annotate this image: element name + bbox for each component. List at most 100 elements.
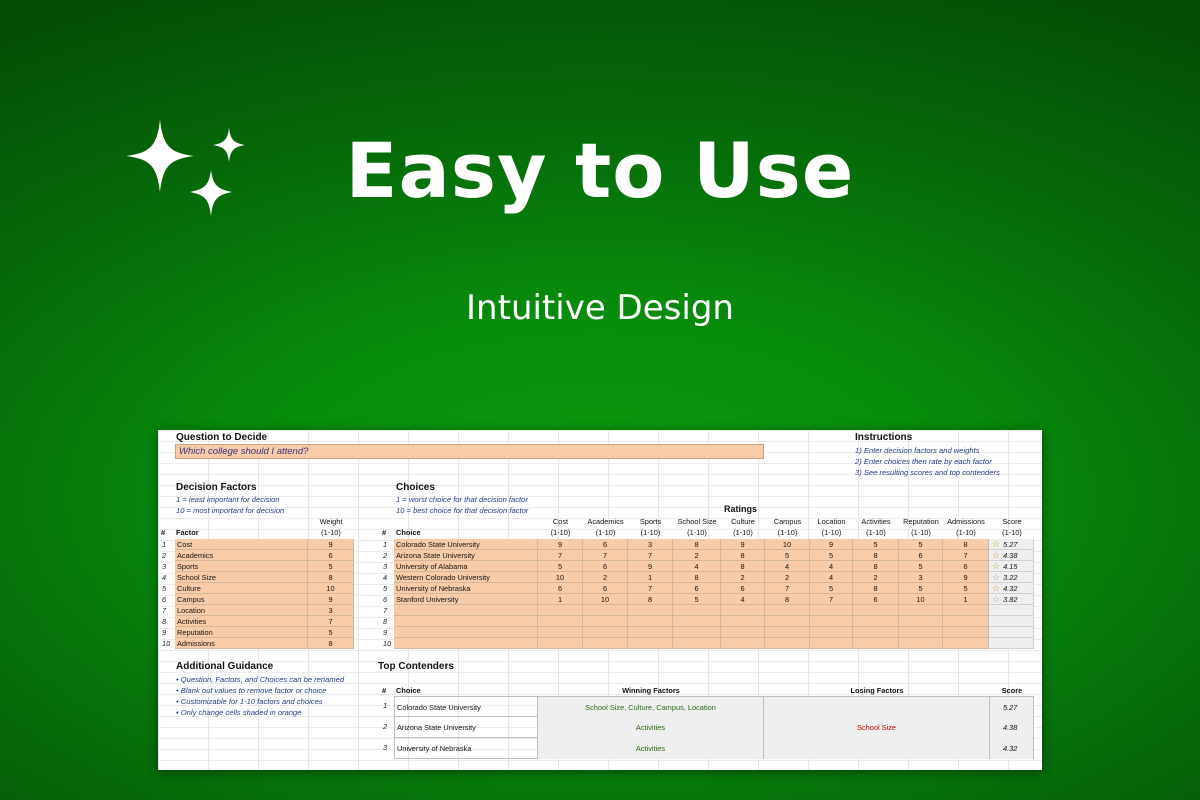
rating-cell[interactable]: 6 xyxy=(583,583,628,594)
rating-cell[interactable]: 6 xyxy=(538,583,583,594)
rating-cell[interactable]: 5 xyxy=(899,583,943,594)
rating-cell[interactable]: 8 xyxy=(943,539,989,550)
rating-cell[interactable] xyxy=(673,616,721,627)
rating-cell[interactable]: 10 xyxy=(583,594,628,605)
rating-cell[interactable] xyxy=(765,627,810,638)
rating-cell[interactable]: 9 xyxy=(721,539,765,550)
rating-cell[interactable] xyxy=(899,638,943,649)
rating-cell[interactable]: 5 xyxy=(899,561,943,572)
rating-cell[interactable]: 6 xyxy=(943,561,989,572)
choice-name-cell[interactable] xyxy=(394,627,538,638)
factor-name-cell[interactable]: Reputation xyxy=(175,627,308,638)
rating-cell[interactable] xyxy=(721,638,765,649)
choice-name-cell[interactable]: Western Colorado University xyxy=(394,572,538,583)
rating-cell[interactable] xyxy=(583,627,628,638)
rating-cell[interactable]: 8 xyxy=(628,594,673,605)
rating-cell[interactable]: 5 xyxy=(538,561,583,572)
rating-cell[interactable]: 4 xyxy=(765,561,810,572)
rating-cell[interactable] xyxy=(583,616,628,627)
rating-cell[interactable] xyxy=(721,605,765,616)
rating-cell[interactable]: 8 xyxy=(853,550,899,561)
choice-name-cell[interactable]: Colorado State University xyxy=(394,539,538,550)
rating-cell[interactable] xyxy=(538,638,583,649)
factor-name-cell[interactable]: Sports xyxy=(175,561,308,572)
rating-cell[interactable]: 6 xyxy=(721,583,765,594)
rating-cell[interactable]: 7 xyxy=(810,594,853,605)
factor-weight-cell[interactable]: 6 xyxy=(308,550,354,561)
rating-cell[interactable]: 2 xyxy=(721,572,765,583)
rating-cell[interactable] xyxy=(628,605,673,616)
rating-cell[interactable] xyxy=(721,616,765,627)
rating-cell[interactable]: 2 xyxy=(765,572,810,583)
rating-cell[interactable] xyxy=(765,638,810,649)
rating-cell[interactable]: 6 xyxy=(853,594,899,605)
rating-cell[interactable]: 4 xyxy=(721,594,765,605)
rating-cell[interactable]: 3 xyxy=(899,572,943,583)
factor-name-cell[interactable]: Admissions xyxy=(175,638,308,649)
rating-cell[interactable]: 2 xyxy=(673,550,721,561)
factor-weight-cell[interactable]: 5 xyxy=(308,561,354,572)
rating-cell[interactable]: 8 xyxy=(853,583,899,594)
rating-cell[interactable]: 2 xyxy=(583,572,628,583)
rating-cell[interactable]: 7 xyxy=(583,550,628,561)
rating-cell[interactable]: 5 xyxy=(943,583,989,594)
rating-cell[interactable]: 7 xyxy=(628,550,673,561)
rating-cell[interactable] xyxy=(943,638,989,649)
rating-cell[interactable] xyxy=(853,638,899,649)
rating-cell[interactable] xyxy=(810,605,853,616)
rating-cell[interactable]: 5 xyxy=(810,550,853,561)
rating-cell[interactable]: 8 xyxy=(853,561,899,572)
rating-cell[interactable]: 6 xyxy=(583,539,628,550)
rating-cell[interactable] xyxy=(583,605,628,616)
factor-weight-cell[interactable]: 9 xyxy=(308,594,354,605)
factor-name-cell[interactable]: Location xyxy=(175,605,308,616)
rating-cell[interactable] xyxy=(628,616,673,627)
rating-cell[interactable]: 5 xyxy=(673,594,721,605)
choice-name-cell[interactable] xyxy=(394,616,538,627)
rating-cell[interactable] xyxy=(853,616,899,627)
rating-cell[interactable]: 9 xyxy=(538,539,583,550)
rating-cell[interactable]: 6 xyxy=(899,550,943,561)
rating-cell[interactable]: 8 xyxy=(673,572,721,583)
choice-name-cell[interactable]: Stanford University xyxy=(394,594,538,605)
rating-cell[interactable]: 3 xyxy=(628,539,673,550)
rating-cell[interactable] xyxy=(899,627,943,638)
rating-cell[interactable]: 4 xyxy=(673,561,721,572)
rating-cell[interactable]: 7 xyxy=(765,583,810,594)
choice-name-cell[interactable] xyxy=(394,605,538,616)
rating-cell[interactable] xyxy=(765,616,810,627)
rating-cell[interactable]: 10 xyxy=(538,572,583,583)
rating-cell[interactable]: 5 xyxy=(765,550,810,561)
rating-cell[interactable]: 6 xyxy=(583,561,628,572)
rating-cell[interactable] xyxy=(673,605,721,616)
factor-weight-cell[interactable]: 9 xyxy=(308,539,354,550)
rating-cell[interactable]: 9 xyxy=(628,561,673,572)
rating-cell[interactable] xyxy=(538,627,583,638)
rating-cell[interactable]: 6 xyxy=(673,583,721,594)
factor-weight-cell[interactable]: 8 xyxy=(308,638,354,649)
rating-cell[interactable] xyxy=(628,627,673,638)
question-input[interactable]: Which college should I attend? xyxy=(175,444,764,459)
rating-cell[interactable]: 10 xyxy=(765,539,810,550)
factor-weight-cell[interactable]: 8 xyxy=(308,572,354,583)
rating-cell[interactable]: 4 xyxy=(810,572,853,583)
rating-cell[interactable] xyxy=(810,627,853,638)
factor-weight-cell[interactable]: 7 xyxy=(308,616,354,627)
rating-cell[interactable]: 4 xyxy=(810,561,853,572)
rating-cell[interactable]: 7 xyxy=(943,550,989,561)
choice-name-cell[interactable] xyxy=(394,638,538,649)
rating-cell[interactable] xyxy=(538,605,583,616)
rating-cell[interactable]: 5 xyxy=(899,539,943,550)
rating-cell[interactable] xyxy=(943,627,989,638)
rating-cell[interactable] xyxy=(628,638,673,649)
rating-cell[interactable] xyxy=(765,605,810,616)
rating-cell[interactable]: 2 xyxy=(853,572,899,583)
factor-name-cell[interactable]: Academics xyxy=(175,550,308,561)
rating-cell[interactable] xyxy=(899,605,943,616)
factor-weight-cell[interactable]: 5 xyxy=(308,627,354,638)
rating-cell[interactable]: 7 xyxy=(628,583,673,594)
rating-cell[interactable] xyxy=(810,638,853,649)
rating-cell[interactable] xyxy=(673,627,721,638)
choice-name-cell[interactable]: University of Nebraska xyxy=(394,583,538,594)
rating-cell[interactable]: 9 xyxy=(810,539,853,550)
